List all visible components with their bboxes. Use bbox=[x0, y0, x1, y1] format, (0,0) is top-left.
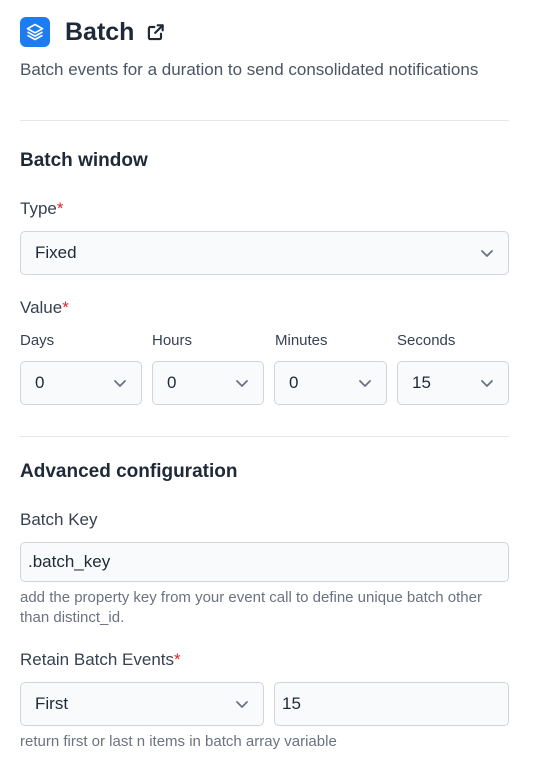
type-select[interactable]: Fixed bbox=[20, 231, 509, 275]
batch-key-help-text: add the property key from your event cal… bbox=[20, 589, 482, 626]
layers-icon bbox=[20, 17, 50, 47]
chevron-down-icon bbox=[113, 376, 127, 390]
hours-label: Hours bbox=[152, 332, 193, 349]
days-label: Days bbox=[20, 332, 55, 349]
chevron-down-icon bbox=[358, 376, 372, 390]
retain-mode-select[interactable]: First bbox=[20, 682, 264, 726]
batch-config-panel: Batch Batch events for a duration to sen… bbox=[0, 0, 536, 775]
divider bbox=[20, 120, 509, 121]
seconds-label: Seconds bbox=[397, 332, 456, 349]
divider bbox=[20, 436, 509, 437]
external-link-icon[interactable] bbox=[146, 22, 166, 42]
page-title: Batch bbox=[65, 18, 135, 46]
days-select[interactable]: 0 bbox=[20, 361, 142, 405]
section-title-batch-window: Batch window bbox=[20, 150, 148, 171]
minutes-select[interactable]: 0 bbox=[274, 361, 387, 405]
retain-batch-events-label: Retain Batch Events* bbox=[20, 650, 181, 669]
hours-select-value: 0 bbox=[167, 373, 177, 392]
required-mark: * bbox=[62, 298, 69, 317]
type-label: Type* bbox=[20, 199, 64, 218]
hours-select[interactable]: 0 bbox=[152, 361, 264, 405]
value-label: Value* bbox=[20, 298, 69, 317]
batch-key-input[interactable]: .batch_key bbox=[20, 542, 509, 582]
required-mark: * bbox=[56, 199, 64, 218]
retain-count-input[interactable]: 15 bbox=[274, 682, 509, 726]
days-select-value: 0 bbox=[35, 373, 45, 392]
batch-key-label: Batch Key bbox=[20, 510, 98, 529]
chevron-down-icon bbox=[235, 697, 249, 711]
page-description: Batch events for a duration to send cons… bbox=[20, 60, 479, 79]
header: Batch bbox=[20, 17, 166, 47]
seconds-select-value: 15 bbox=[412, 373, 431, 392]
minutes-label: Minutes bbox=[275, 332, 328, 349]
section-title-advanced-configuration: Advanced configuration bbox=[20, 461, 238, 482]
chevron-down-icon bbox=[480, 246, 494, 260]
minutes-select-value: 0 bbox=[289, 373, 299, 392]
seconds-select[interactable]: 15 bbox=[397, 361, 509, 405]
retain-help-text: return first or last n items in batch ar… bbox=[20, 733, 337, 750]
required-mark: * bbox=[174, 650, 181, 669]
type-select-value: Fixed bbox=[35, 243, 77, 262]
chevron-down-icon bbox=[480, 376, 494, 390]
chevron-down-icon bbox=[235, 376, 249, 390]
retain-mode-value: First bbox=[35, 694, 69, 713]
